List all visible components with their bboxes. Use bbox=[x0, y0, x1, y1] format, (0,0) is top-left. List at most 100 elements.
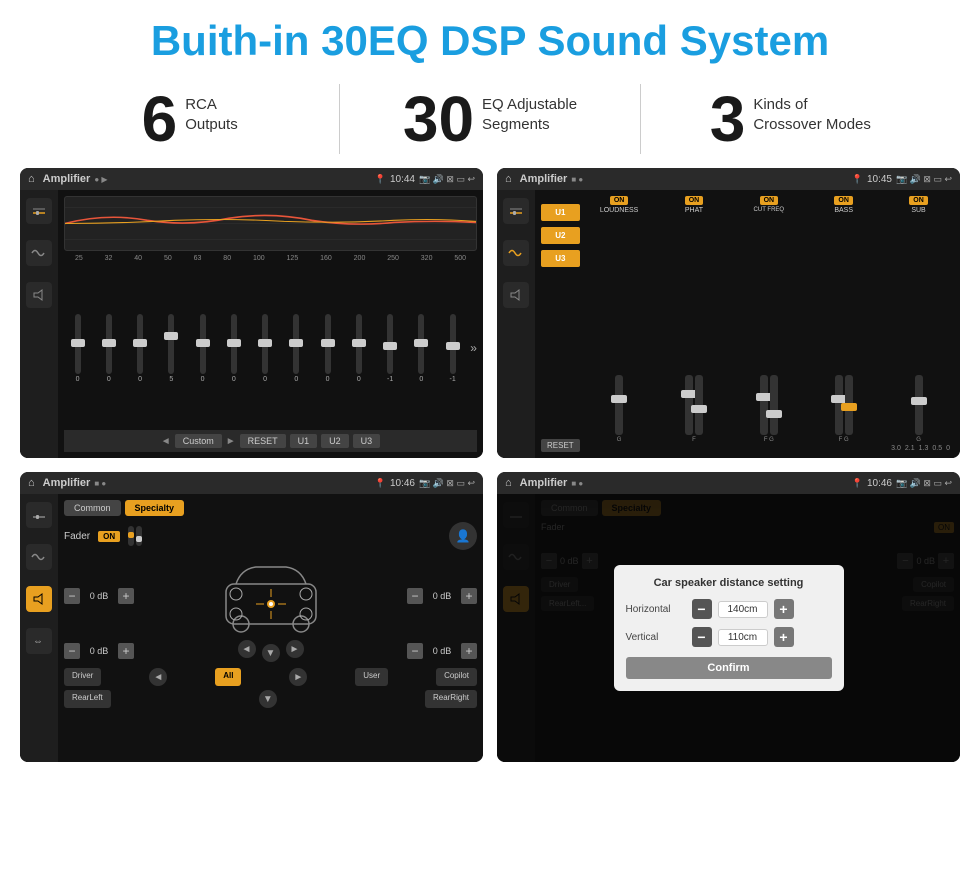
plus-front-left[interactable]: + bbox=[118, 588, 134, 604]
eq-slider-3[interactable]: 0 bbox=[127, 314, 154, 383]
location3-icon: 📍 bbox=[375, 478, 386, 489]
svg-text:⇔: ⇔ bbox=[33, 636, 43, 647]
plus-rear-left[interactable]: + bbox=[118, 643, 134, 659]
driver-btn[interactable]: Driver bbox=[64, 668, 101, 686]
eq-slider-13[interactable]: -1 bbox=[439, 314, 466, 383]
tab-common[interactable]: Common bbox=[64, 500, 121, 516]
minus-rear-right[interactable]: − bbox=[407, 643, 423, 659]
band-loudness: ON LOUDNESS G bbox=[584, 196, 655, 443]
vol-row-2: − 0 dB + ◄ ▼ ► − 0 dB + bbox=[64, 640, 477, 662]
plus-front-right[interactable]: + bbox=[461, 588, 477, 604]
amp-bands-row: ON LOUDNESS G bbox=[584, 196, 954, 443]
stat-crossover-number: 3 bbox=[710, 87, 746, 151]
loudness-on[interactable]: ON bbox=[610, 196, 629, 205]
stat-rca: 6 RCAOutputs bbox=[60, 87, 319, 151]
eq-slider-9[interactable]: 0 bbox=[314, 314, 341, 383]
eq-slider-6[interactable]: 0 bbox=[220, 314, 247, 383]
vertical-plus[interactable]: + bbox=[774, 627, 794, 647]
eq-slider-10[interactable]: 0 bbox=[345, 314, 372, 383]
arrow-left2[interactable]: ◄ bbox=[149, 668, 167, 686]
u3-btn[interactable]: U3 bbox=[353, 434, 381, 448]
u1-btn[interactable]: U1 bbox=[290, 434, 318, 448]
u1-preset[interactable]: U1 bbox=[541, 204, 580, 221]
dialog-title: Car speaker distance setting bbox=[626, 577, 832, 589]
amp-bands-area: ON LOUDNESS G bbox=[584, 196, 954, 452]
minus-front-left[interactable]: − bbox=[64, 588, 80, 604]
preset-custom[interactable]: Custom bbox=[175, 434, 222, 448]
phat-on[interactable]: ON bbox=[685, 196, 704, 205]
location4-icon: 📍 bbox=[852, 478, 863, 489]
amp-reset[interactable]: RESET bbox=[541, 439, 580, 452]
u3-preset[interactable]: U3 bbox=[541, 250, 580, 267]
wave2-icon[interactable] bbox=[503, 240, 529, 266]
eq-slider-8[interactable]: 0 bbox=[283, 314, 310, 383]
profile-icon[interactable]: 👤 bbox=[449, 522, 477, 550]
cutfreq-label: CUT FREQ bbox=[754, 207, 785, 213]
eq3-icon[interactable] bbox=[26, 502, 52, 528]
fader-mini-sliders bbox=[128, 526, 142, 546]
speaker2-icon[interactable] bbox=[503, 282, 529, 308]
wave3-icon[interactable] bbox=[26, 544, 52, 570]
cutfreq-on[interactable]: ON bbox=[760, 196, 779, 205]
horizontal-plus[interactable]: + bbox=[774, 599, 794, 619]
screen4-icons: 📷 🔊 ⊠ ▭ ↩ bbox=[896, 478, 952, 489]
eq-slider-2[interactable]: 0 bbox=[95, 314, 122, 383]
stat-crossover: 3 Kinds ofCrossover Modes bbox=[661, 87, 920, 151]
phat-label: PHAT bbox=[685, 207, 703, 214]
all-btn[interactable]: All bbox=[215, 668, 241, 686]
arrow-right[interactable]: ► bbox=[286, 640, 304, 658]
vol-row-1: − 0 dB + bbox=[64, 556, 477, 636]
arrow-down[interactable]: ▼ bbox=[262, 644, 280, 662]
minus-front-right[interactable]: − bbox=[407, 588, 423, 604]
u2-preset[interactable]: U2 bbox=[541, 227, 580, 244]
home-icon2: ⌂ bbox=[505, 173, 512, 185]
eq-slider-12[interactable]: 0 bbox=[408, 314, 435, 383]
dialog-vertical-row: Vertical − 110cm + bbox=[626, 627, 832, 647]
rear-left-btn[interactable]: RearLeft bbox=[64, 690, 111, 708]
arrow-right2[interactable]: ► bbox=[289, 668, 307, 686]
eq-slider-5[interactable]: 0 bbox=[189, 314, 216, 383]
rear-right-btn[interactable]: RearRight bbox=[425, 690, 477, 708]
eq2-icon[interactable] bbox=[503, 198, 529, 224]
reset-btn[interactable]: RESET bbox=[240, 434, 286, 448]
speaker3-icon[interactable] bbox=[26, 586, 52, 612]
wave-icon[interactable] bbox=[26, 240, 52, 266]
sub-label: SUB bbox=[911, 207, 925, 214]
confirm-button[interactable]: Confirm bbox=[626, 657, 832, 679]
sub-on[interactable]: ON bbox=[909, 196, 928, 205]
minus-rear-left[interactable]: − bbox=[64, 643, 80, 659]
eq-slider-7[interactable]: 0 bbox=[252, 314, 279, 383]
bass-on[interactable]: ON bbox=[834, 196, 853, 205]
next-arrow[interactable]: ► bbox=[226, 436, 236, 447]
eq-slider-11[interactable]: -1 bbox=[377, 314, 404, 383]
eq-slider-1[interactable]: 0 bbox=[64, 314, 91, 383]
vol-rear-left-value: 0 dB bbox=[84, 646, 114, 656]
copilot-btn[interactable]: Copilot bbox=[436, 668, 477, 686]
arrow-left[interactable]: ◄ bbox=[238, 640, 256, 658]
prev-arrow[interactable]: ◄ bbox=[161, 436, 171, 447]
dialog-overlay: Car speaker distance setting Horizontal … bbox=[497, 494, 960, 762]
screen1-topbar: ⌂ Amplifier ● ▶ 📍 10:44 📷 🔊 ⊠ ▭ ↩ bbox=[20, 168, 483, 190]
dialog-horizontal-row: Horizontal − 140cm + bbox=[626, 599, 832, 619]
plus-rear-right[interactable]: + bbox=[461, 643, 477, 659]
u2-btn[interactable]: U2 bbox=[321, 434, 349, 448]
vol-front-left-value: 0 dB bbox=[84, 591, 114, 601]
arrows-icon[interactable]: ⇔ bbox=[26, 628, 52, 654]
horizontal-minus[interactable]: − bbox=[692, 599, 712, 619]
fader-on-badge[interactable]: ON bbox=[98, 531, 120, 542]
speaker-icon[interactable] bbox=[26, 282, 52, 308]
vertical-minus[interactable]: − bbox=[692, 627, 712, 647]
stat-eq-number: 30 bbox=[403, 87, 474, 151]
user-btn[interactable]: User bbox=[355, 668, 388, 686]
tab-specialty[interactable]: Specialty bbox=[125, 500, 185, 516]
band-bass: ON BASS F G bbox=[808, 196, 879, 443]
eq-icon[interactable] bbox=[26, 198, 52, 224]
arrow-down2[interactable]: ▼ bbox=[259, 690, 277, 708]
eq-slider-4[interactable]: 5 bbox=[158, 314, 185, 383]
screen4-topbar: ⌂ Amplifier ■ ● 📍 10:46 📷 🔊 ⊠ ▭ ↩ bbox=[497, 472, 960, 494]
screen1-time: 10:44 bbox=[390, 174, 415, 185]
screen-dialog: ⌂ Amplifier ■ ● 📍 10:46 📷 🔊 ⊠ ▭ ↩ bbox=[497, 472, 960, 762]
screen1-icons: 📷 🔊 ⊠ ▭ ↩ bbox=[419, 174, 475, 185]
screen4-time: 10:46 bbox=[867, 478, 892, 489]
fader-content: Common Specialty Fader ON 👤 bbox=[58, 494, 483, 762]
